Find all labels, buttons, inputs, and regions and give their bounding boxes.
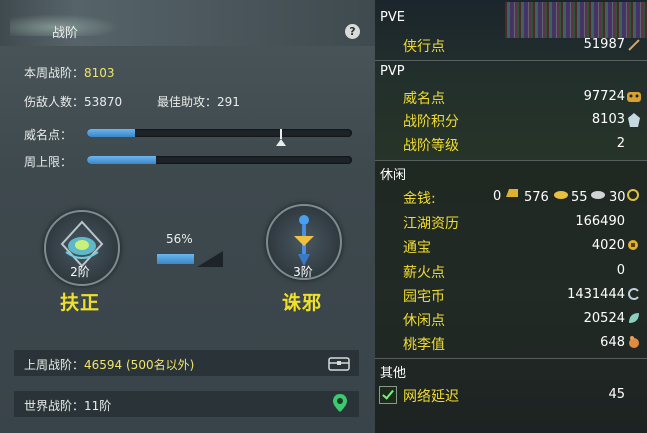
taoli-value: 648 <box>600 335 625 350</box>
latency-label: 网络延迟 <box>403 389 459 405</box>
money-copper: 30 <box>609 190 626 205</box>
zhuxie-name: 诛邪 <box>281 292 322 314</box>
jianghu-label: 江湖资历 <box>403 216 459 232</box>
fuzheng-name: 扶正 <box>59 292 100 314</box>
tongbao-value: 4020 <box>591 238 625 253</box>
divider-leisure <box>375 358 647 359</box>
faction-progress-percent: 56% <box>166 232 193 246</box>
prestige-points-value: 97724 <box>583 89 625 104</box>
money-label: 金钱: <box>403 191 436 207</box>
rank-score-label: 战阶积分 <box>403 114 459 130</box>
weekly-rank-label: 本周战阶： <box>24 66 85 80</box>
sword-icon <box>628 39 640 51</box>
xinhuo-label: 薪火点 <box>403 265 445 281</box>
leaf-icon <box>629 313 639 323</box>
section-leisure: 休闲 <box>380 168 407 183</box>
prestige-label: 威名点： <box>24 128 73 142</box>
last-week-row: 上周战阶：46594 (500名以外) <box>24 356 194 373</box>
weekly-rank-value: 8103 <box>84 66 115 80</box>
prestige-points-label: 威名点 <box>403 91 445 107</box>
taoli-label: 桃李值 <box>403 337 445 353</box>
latency-value: 45 <box>608 387 625 402</box>
tongbao-label: 通宝 <box>403 240 431 256</box>
best-assists: 最佳助攻：291 <box>157 95 240 109</box>
yuanzhai-value: 1431444 <box>567 287 625 302</box>
rank-level-label: 战阶等级 <box>403 138 459 154</box>
help-icon[interactable]: ? <box>345 24 360 39</box>
crystal-badge-icon <box>628 113 640 127</box>
prestige-bar <box>87 129 352 137</box>
gold-bar-icon <box>506 189 518 197</box>
yuanzhai-label: 园宅币 <box>403 289 445 305</box>
rank-level-value: 2 <box>616 136 625 151</box>
latency-checkbox[interactable] <box>379 386 397 404</box>
section-pve: PVE <box>380 10 405 25</box>
prestige-bar-fill <box>87 129 135 137</box>
coin-icon <box>628 240 638 250</box>
location-pin-icon[interactable] <box>332 393 348 413</box>
gold-ingot-icon <box>554 191 568 199</box>
tiger-mask-icon <box>627 92 641 102</box>
copper-coin-icon <box>627 189 639 201</box>
section-other: 其他 <box>380 366 407 381</box>
xiaxing-value: 51987 <box>583 37 625 52</box>
last-week-value: 46594 (500名以外) <box>84 358 195 372</box>
money-gold: 576 <box>524 190 549 205</box>
divider-pve <box>375 60 647 61</box>
weekly-cap-bar <box>87 156 352 164</box>
weekly-cap-bar-fill <box>87 156 156 164</box>
last-week-label: 上周战阶： <box>24 358 85 372</box>
divider-pvp <box>375 160 647 161</box>
estate-coin-icon <box>628 288 639 300</box>
currency-overlay: PVE 侠行点 51987 PVP 威名点 97724 战阶积分 8103 战阶… <box>375 0 647 433</box>
world-rank: 世界战阶：11阶 <box>24 399 112 413</box>
rank-score-value: 8103 <box>591 112 625 127</box>
enemies-defeated: 伤敌人数：53870 <box>24 95 123 109</box>
leisure-points-value: 20524 <box>583 311 625 326</box>
prestige-cap-marker <box>280 129 282 139</box>
fuzheng-level: 2阶 <box>70 265 90 279</box>
leisure-points-label: 休闲点 <box>403 313 445 329</box>
war-rank-panel: 战阶 ? 本周战阶：8103 伤敌人数：53870 最佳助攻：291 威名点： … <box>0 0 375 433</box>
money-silver: 55 <box>571 190 588 205</box>
weekly-rank-row: 本周战阶：8103 <box>24 64 115 81</box>
xinhuo-value: 0 <box>616 263 625 278</box>
money-gold-bars: 0 <box>493 189 502 204</box>
progress-bar-wedge <box>197 251 223 267</box>
xiaxing-label: 侠行点 <box>403 39 445 55</box>
faction-progress-fill <box>157 254 194 264</box>
zhuxie-level: 3阶 <box>293 265 313 279</box>
prestige-cap-arrow-icon <box>276 139 286 146</box>
jianghu-value: 166490 <box>575 214 625 229</box>
faction-progress-bar <box>157 251 223 267</box>
weekly-cap-label: 周上限： <box>24 155 73 169</box>
peach-icon <box>629 336 639 348</box>
chest-icon[interactable] <box>327 354 351 372</box>
silver-ingot-icon <box>591 191 605 199</box>
section-pvp: PVP <box>380 64 405 79</box>
panel-title: 战阶 <box>52 26 79 41</box>
